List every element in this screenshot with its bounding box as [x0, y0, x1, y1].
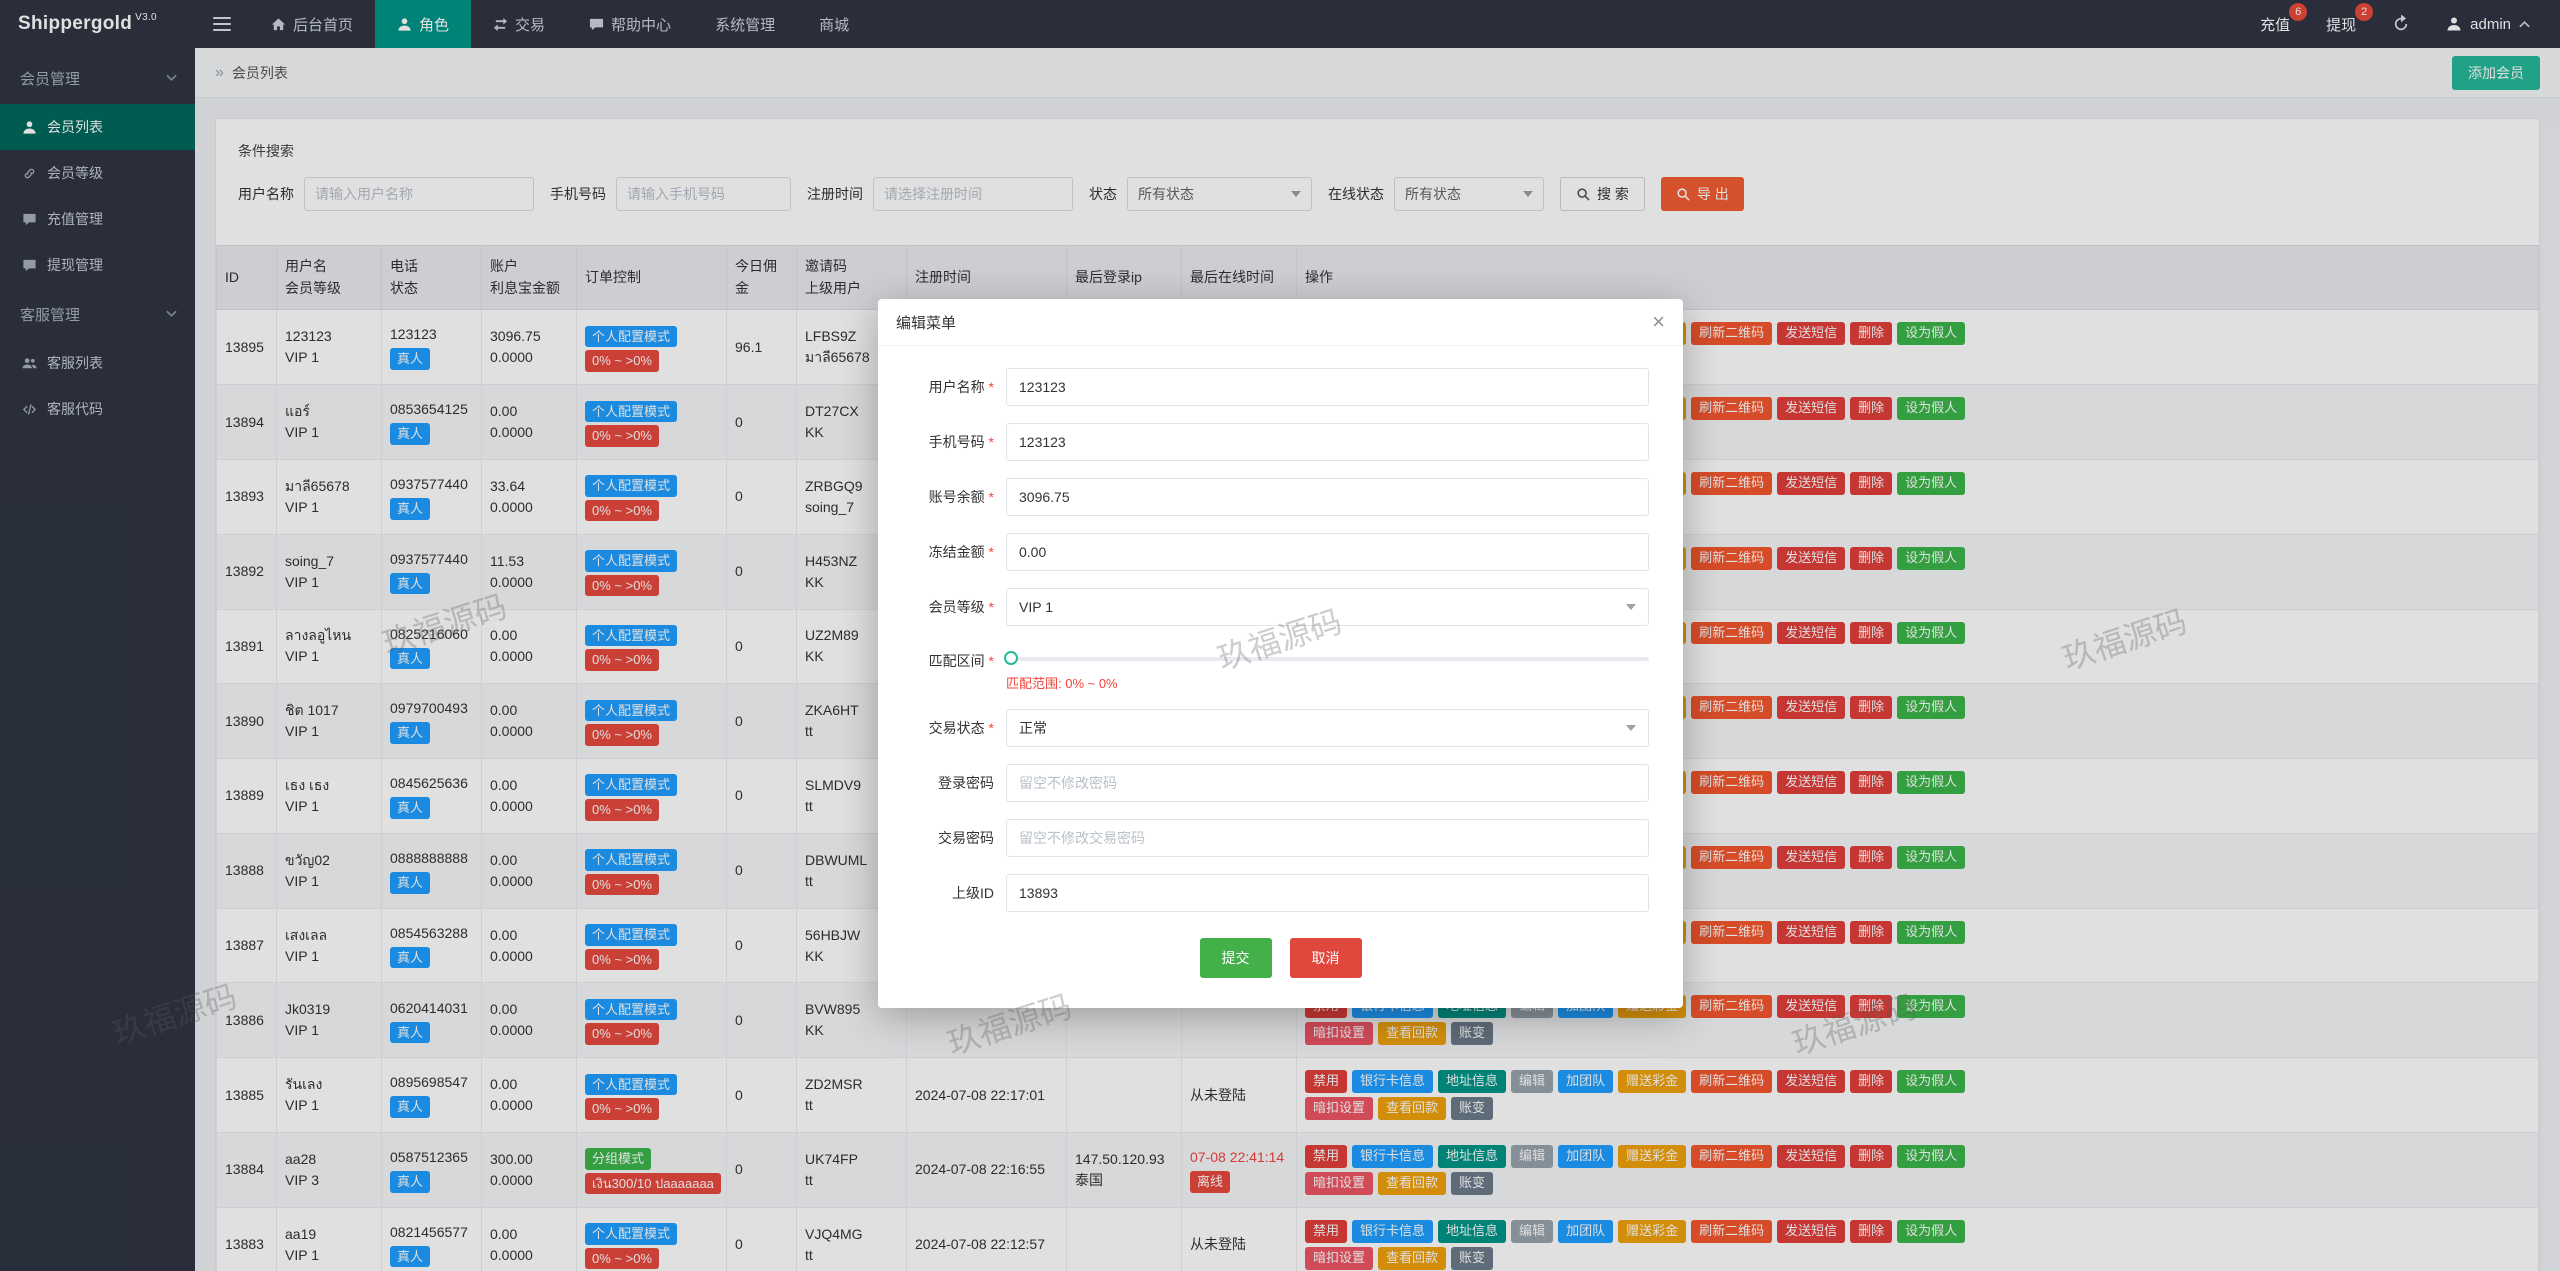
modal-field-label: 交易状态 *	[928, 720, 994, 736]
modal-field-label: 账号余额 *	[928, 489, 994, 505]
caret-down-icon	[1626, 725, 1636, 731]
modal-field-trade-password: 交易密码	[884, 819, 1649, 857]
modal-field-frozen: 冻结金额 *	[884, 533, 1649, 571]
modal-field-label: 冻结金额 *	[928, 544, 994, 560]
modal-field-level: 会员等级 * VIP 1	[884, 588, 1649, 626]
modal-title: 编辑菜单	[896, 314, 957, 332]
modal-input-username[interactable]	[1006, 368, 1649, 406]
select-value: VIP 1	[1019, 599, 1053, 615]
app-root: Shippergold V3.0 后台首页 角色 交易 帮助中心 系统管理 商城 充值 6…	[0, 0, 2560, 1271]
modal-field-username: 用户名称 *	[884, 368, 1649, 406]
modal-select-trade-status[interactable]: 正常	[1006, 709, 1649, 747]
caret-down-icon	[1626, 604, 1636, 610]
slider-track[interactable]	[1004, 651, 1649, 665]
modal-input-parent-id[interactable]	[1006, 874, 1649, 912]
required-asterisk: *	[984, 379, 994, 395]
modal-input-trade-password[interactable]	[1006, 819, 1649, 857]
modal-field-label: 上级ID	[952, 885, 994, 901]
modal-field-trade-status: 交易状态 * 正常	[884, 709, 1649, 747]
modal-header: 编辑菜单 ×	[878, 299, 1683, 346]
modal-field-label: 匹配区间 *	[928, 653, 994, 669]
modal-input-balance[interactable]	[1006, 478, 1649, 516]
slider-handle[interactable]	[1004, 651, 1018, 665]
close-icon[interactable]: ×	[1652, 311, 1665, 333]
modal-field-label: 手机号码 *	[928, 434, 994, 450]
modal-field-match-range: 匹配区间 * 匹配范围: 0% ~ 0%	[884, 643, 1649, 692]
required-asterisk: *	[984, 653, 994, 669]
modal-select-level[interactable]: VIP 1	[1006, 588, 1649, 626]
modal-field-login-password: 登录密码	[884, 764, 1649, 802]
submit-button[interactable]: 提交	[1199, 938, 1272, 978]
modal-field-label: 交易密码	[938, 830, 994, 846]
modal-input-phone[interactable]	[1006, 423, 1649, 461]
match-range-hint: 匹配范围: 0% ~ 0%	[1006, 676, 1118, 691]
modal-field-label: 用户名称 *	[928, 379, 994, 395]
modal-input-login-password[interactable]	[1006, 764, 1649, 802]
cancel-button[interactable]: 取消	[1289, 938, 1362, 978]
modal-body: 用户名称 * 手机号码 * 账号余额 * 冻结金额 * 会员等级 * VIP 1 匹配区间 …	[878, 346, 1683, 912]
match-range-slider: 匹配范围: 0% ~ 0%	[1004, 643, 1649, 692]
required-asterisk: *	[984, 489, 994, 505]
required-asterisk: *	[984, 599, 994, 615]
modal-field-balance: 账号余额 *	[884, 478, 1649, 516]
edit-member-modal: 编辑菜单 × 用户名称 * 手机号码 * 账号余额 * 冻结金额 * 会员等级 * VIP…	[878, 299, 1683, 1008]
modal-input-frozen[interactable]	[1006, 533, 1649, 571]
select-value: 正常	[1019, 720, 1047, 736]
required-asterisk: *	[984, 544, 994, 560]
modal-field-label: 登录密码	[938, 775, 994, 791]
modal-field-label: 会员等级 *	[928, 599, 994, 615]
required-asterisk: *	[984, 434, 994, 450]
required-asterisk: *	[984, 720, 994, 736]
modal-footer: 提交 取消	[878, 938, 1683, 978]
modal-field-phone: 手机号码 *	[884, 423, 1649, 461]
modal-field-parent-id: 上级ID	[884, 874, 1649, 912]
